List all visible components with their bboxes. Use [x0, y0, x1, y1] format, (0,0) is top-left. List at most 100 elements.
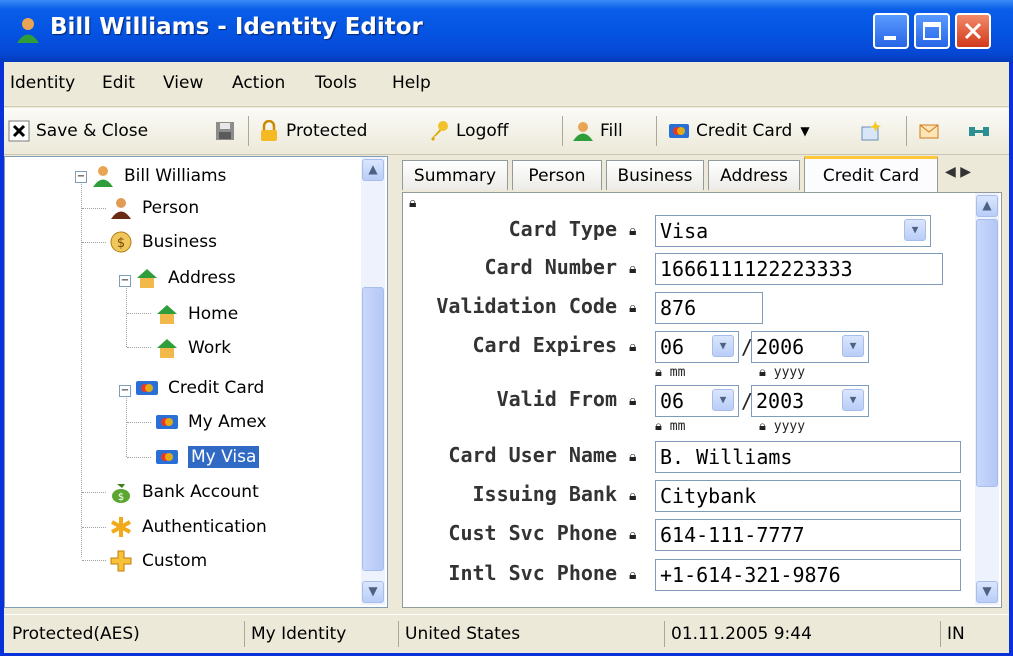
lock-icon[interactable]: 🔒︎ [629, 339, 636, 355]
minimize-button[interactable] [873, 13, 909, 49]
card-number-label: Card Number [484, 255, 617, 279]
tree-item-bank-account[interactable]: $ Bank Account [109, 477, 259, 507]
credit-card-dropdown[interactable]: Credit Card ▼ [668, 118, 810, 144]
tree-label: Authentication [142, 517, 267, 537]
lock-icon[interactable]: 🔒︎ [759, 365, 766, 380]
tree-item-bill-williams[interactable]: Bill Williams [91, 161, 226, 191]
chevron-right-icon[interactable]: ▶ [960, 164, 971, 180]
lock-icon[interactable]: 🔒︎ [655, 365, 662, 380]
tree-line [127, 347, 151, 348]
tab-scroll-arrows[interactable]: ◀ ▶ [945, 164, 971, 180]
title-bar[interactable]: Bill Williams - Identity Editor [0, 0, 1013, 62]
scroll-down-arrow-icon[interactable]: ▼ [976, 581, 998, 603]
chevron-left-icon[interactable]: ◀ [945, 164, 956, 180]
toolbar-separator [562, 116, 563, 146]
protected-button[interactable]: Protected [258, 118, 367, 144]
tree-item-work[interactable]: Work [155, 333, 231, 363]
validation-code-label: Validation Code [436, 294, 617, 318]
svg-text:$: $ [118, 492, 124, 503]
toolbar: Save & Close Protected Logoff Fill Credi… [4, 108, 1009, 155]
tab-credit-card[interactable]: Credit Card [804, 156, 938, 192]
tree-label: My Amex [188, 412, 267, 432]
scroll-up-arrow-icon[interactable]: ▲ [976, 195, 998, 217]
lock-icon[interactable]: 🔒︎ [629, 488, 636, 504]
scroll-thumb[interactable] [362, 287, 384, 571]
maximize-icon [923, 22, 941, 40]
lock-icon[interactable]: 🔒︎ [629, 393, 636, 409]
tree-line [82, 492, 106, 493]
tree-item-my-visa[interactable]: My Visa [155, 442, 260, 472]
tree-item-home[interactable]: Home [155, 299, 238, 329]
maximize-button[interactable] [914, 13, 950, 49]
scroll-up-arrow-icon[interactable]: ▲ [362, 159, 384, 181]
tree-scrollbar[interactable]: ▲ ▼ [361, 157, 385, 605]
expand-toggle[interactable]: − [119, 275, 131, 287]
toolbar-separator [906, 116, 907, 146]
tab-person[interactable]: Person [512, 160, 602, 190]
lock-icon[interactable]: 🔒︎ [629, 527, 636, 543]
toolbar-separator [656, 116, 657, 146]
credit-card-icon [136, 381, 158, 395]
close-button[interactable] [955, 13, 991, 49]
issuing-bank-field[interactable]: Citybank [655, 480, 961, 512]
lock-icon[interactable]: 🔒︎ [629, 567, 636, 583]
chevron-down-icon[interactable]: ▼ [842, 389, 864, 411]
chevron-down-icon[interactable]: ▼ [712, 335, 734, 357]
card-number-field[interactable]: 1666111122223333 [655, 253, 943, 285]
expand-toggle[interactable]: − [119, 385, 131, 397]
tree-item-my-amex[interactable]: My Amex [155, 407, 267, 437]
lock-icon[interactable]: 🔒︎ [759, 419, 766, 434]
save-button[interactable] [214, 118, 242, 144]
tab-business[interactable]: Business [606, 160, 704, 190]
card-expires-year-select[interactable]: 2006 ▼ [751, 331, 869, 363]
tree-item-business[interactable]: $ Business [109, 227, 217, 257]
valid-from-year-select[interactable]: 2003 ▼ [751, 385, 869, 417]
tree-line [126, 393, 127, 457]
tab-summary[interactable]: Summary [402, 160, 508, 190]
lock-icon[interactable]: 🔒︎ [629, 449, 636, 465]
expand-toggle[interactable]: − [75, 171, 87, 183]
tab-strip: Summary Person Business Address Credit C… [402, 156, 1009, 192]
tree-item-credit-card[interactable]: Credit Card [135, 373, 264, 403]
form-scrollbar[interactable]: ▲ ▼ [975, 193, 999, 605]
valid-from-month-select[interactable]: 06 ▼ [655, 385, 739, 417]
add-item-button[interactable] [860, 118, 888, 144]
tree-item-address[interactable]: Address [135, 263, 236, 293]
chevron-down-icon[interactable]: ▼ [842, 335, 864, 357]
connect-button[interactable] [968, 118, 996, 144]
cust-svc-phone-field[interactable]: 614-111-7777 [655, 519, 961, 551]
menu-view[interactable]: View [163, 73, 203, 93]
window-title: Bill Williams - Identity Editor [50, 14, 423, 40]
tree-item-person[interactable]: Person [109, 193, 199, 223]
lock-icon[interactable]: 🔒︎ [629, 223, 636, 239]
chevron-down-icon[interactable]: ▼ [904, 219, 926, 241]
year-value: 2003 [756, 389, 805, 413]
card-expires-month-select[interactable]: 06 ▼ [655, 331, 739, 363]
tree-line [82, 208, 106, 209]
validation-code-field[interactable]: 876 [655, 292, 763, 324]
menu-edit[interactable]: Edit [102, 73, 135, 93]
intl-svc-phone-field[interactable]: +1-614-321-9876 [655, 559, 961, 591]
card-user-name-field[interactable]: B. Williams [655, 441, 961, 473]
lock-icon[interactable]: 🔒︎ [629, 261, 636, 277]
tree-label: Bill Williams [124, 166, 227, 186]
padlock-icon [261, 120, 277, 141]
tree-item-authentication[interactable]: Authentication [109, 512, 267, 542]
lock-icon[interactable]: 🔒︎ [409, 195, 416, 211]
logoff-button[interactable]: Logoff [428, 118, 508, 144]
fill-button[interactable]: Fill [572, 118, 623, 144]
menu-action[interactable]: Action [232, 73, 285, 93]
menu-help[interactable]: Help [392, 73, 431, 93]
tree-item-custom[interactable]: Custom [109, 546, 207, 576]
scroll-down-arrow-icon[interactable]: ▼ [362, 581, 384, 603]
save-close-button[interactable]: Save & Close [8, 118, 148, 144]
chevron-down-icon[interactable]: ▼ [712, 389, 734, 411]
tab-address[interactable]: Address [708, 160, 800, 190]
email-button[interactable] [918, 118, 946, 144]
lock-icon[interactable]: 🔒︎ [655, 419, 662, 434]
lock-icon[interactable]: 🔒︎ [629, 300, 636, 316]
menu-tools[interactable]: Tools [315, 73, 357, 93]
card-type-select[interactable]: Visa ▼ [655, 215, 931, 247]
menu-identity[interactable]: Identity [10, 73, 75, 93]
scroll-thumb[interactable] [976, 219, 998, 487]
